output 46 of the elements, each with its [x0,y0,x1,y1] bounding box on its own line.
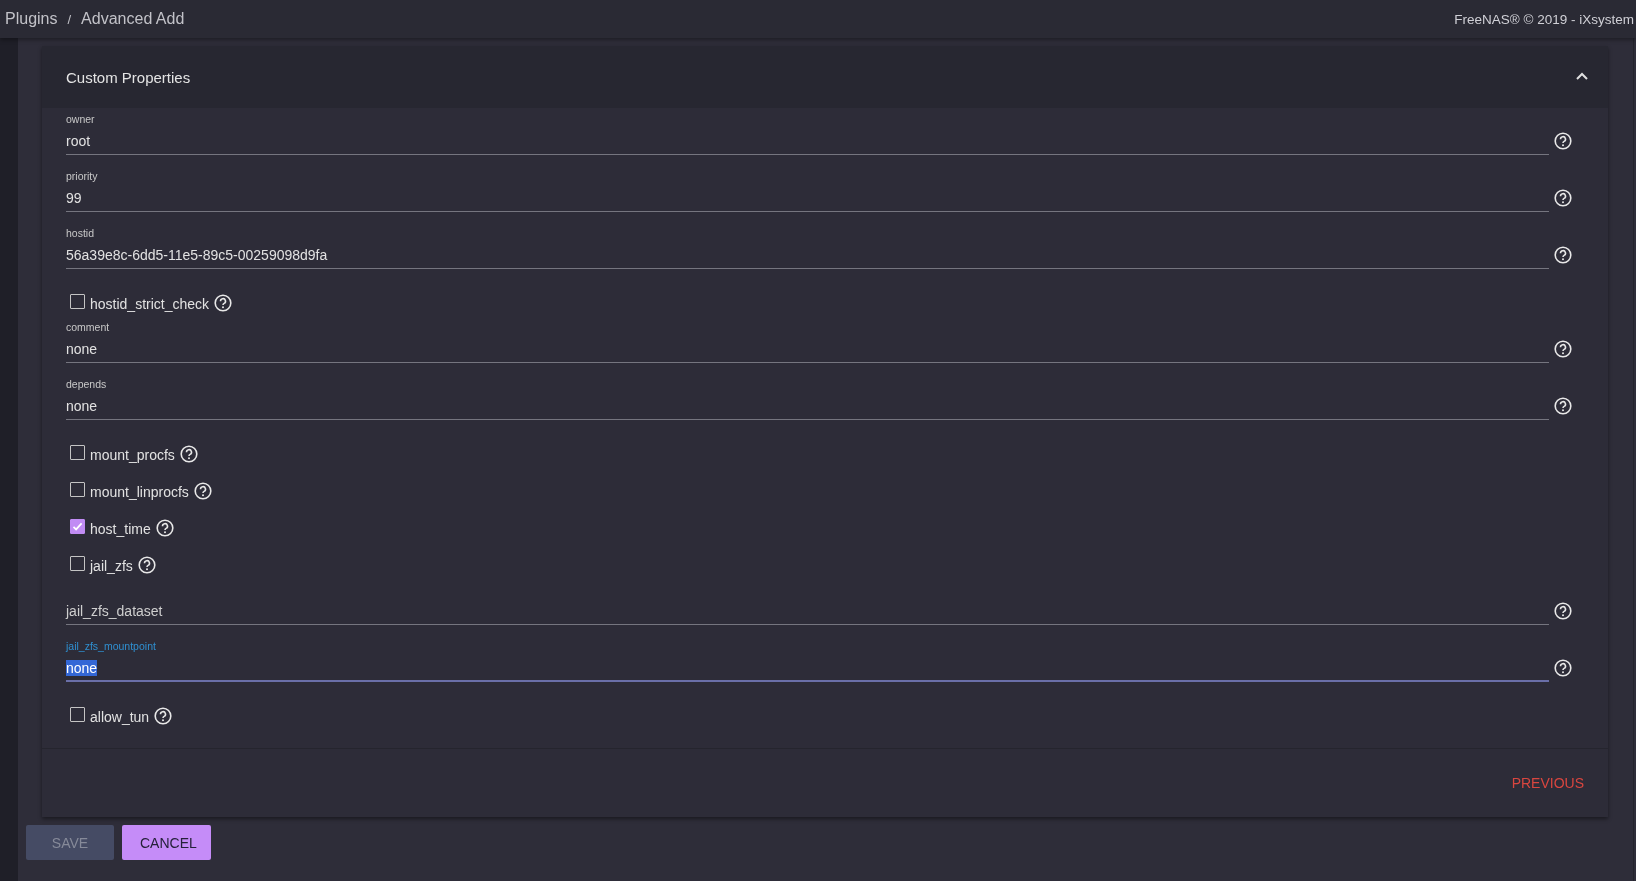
breadcrumb-item: Advanced Add [81,10,185,28]
help-icon[interactable] [155,518,174,537]
field-label: owner [66,113,96,126]
field-label: depends [66,378,108,391]
action-button[interactable]: CANCEL [122,825,211,860]
checkbox-label[interactable]: mount_procfs [90,447,175,463]
checkbox[interactable] [70,293,85,309]
field-label: jail_zfs_mountpoint [66,640,157,653]
card-header[interactable]: Custom Properties [42,46,1608,108]
help-icon[interactable] [1554,602,1572,620]
help-icon[interactable] [1554,189,1572,207]
checkbox-label[interactable]: host_time [90,521,151,537]
help-icon[interactable] [214,293,233,312]
help-icon[interactable] [1554,132,1572,150]
help-icon[interactable] [1554,659,1572,677]
checkbox[interactable] [70,518,85,534]
help-icon[interactable] [1554,397,1572,415]
field-label: priority [66,170,99,183]
checkbox[interactable] [70,444,85,460]
help-icon[interactable] [179,444,198,463]
card-title: Custom Properties [66,68,191,86]
input-field[interactable]: 56a39e8c-6dd5-11e5-89c5-00259098d9fa [66,240,1549,269]
help-icon[interactable] [193,481,212,500]
checkbox-label[interactable]: hostid_strict_check [90,296,210,312]
breadcrumb-item[interactable]: Plugins [5,10,58,28]
check-icon [72,520,83,532]
input-field[interactable]: none [66,334,1549,363]
checkbox-label[interactable]: jail_zfs [90,558,133,574]
checkbox[interactable] [70,555,85,571]
field-label: comment [66,321,111,334]
breadcrumb-separator: / [66,11,73,27]
input-field[interactable]: none [66,391,1549,420]
input-field[interactable]: root [66,126,1549,155]
help-icon[interactable] [1554,246,1572,264]
checkbox[interactable] [70,706,85,722]
checkbox-label[interactable]: allow_tun [90,709,150,725]
copyright-text: FreeNAS® © 2019 - iXsystem [1454,11,1634,27]
help-icon[interactable] [1554,340,1572,358]
field-label: hostid [66,227,96,240]
checkbox-label[interactable]: mount_linprocfs [90,484,189,500]
help-icon[interactable] [137,555,156,574]
help-icon[interactable] [154,706,173,725]
input-field[interactable]: 99 [66,183,1549,212]
checkbox[interactable] [70,481,85,497]
input-field[interactable]: none [66,653,1549,682]
input-field[interactable]: jail_zfs_dataset [66,596,1549,625]
